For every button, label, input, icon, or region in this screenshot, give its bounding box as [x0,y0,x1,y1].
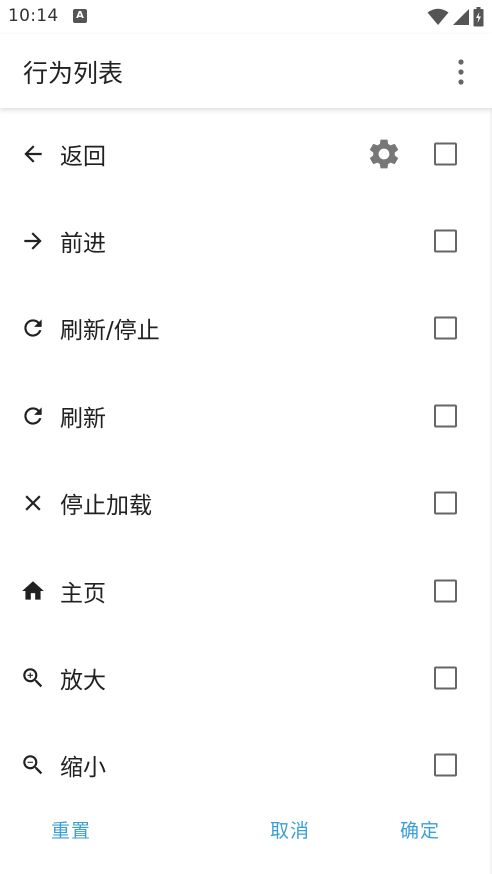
toolbar: 行为列表 [0,34,492,108]
checkbox-forward[interactable] [434,229,457,253]
list-item-stop-loading[interactable]: 停止加载 [0,460,492,547]
gear-icon[interactable] [366,136,402,172]
close-icon [25,495,41,511]
item-label: 放大 [60,668,106,695]
list-item-home[interactable]: 主页 [0,547,492,634]
page-title: 行为列表 [23,59,124,88]
list-item-refresh-stop[interactable]: 刷新/停止 [0,285,492,372]
item-label: 缩小 [60,755,106,782]
checkbox-refresh[interactable] [434,404,457,428]
a-icon: A [73,9,87,23]
battery-icon [473,7,484,27]
status-bar: 10:14 A [0,0,492,34]
list-item-zoom-in[interactable]: 放大 [0,634,492,721]
checkbox-stop-loading[interactable] [434,491,457,515]
action-list: 返回 前进 刷新/停止 刷新 停止加载 主页 放大 缩小 [0,110,492,806]
ok-button[interactable]: 确定 [400,816,440,843]
list-item-refresh[interactable]: 刷新 [0,372,492,459]
checkbox-refresh-stop[interactable] [434,316,457,340]
signal-icon [453,9,469,25]
checkbox-home[interactable] [434,579,457,603]
home-icon [22,580,44,600]
zoom-in-icon [23,668,43,688]
checkbox-back[interactable] [434,142,457,166]
item-label: 返回 [60,143,106,170]
item-label: 刷新 [60,405,106,432]
reset-button[interactable]: 重置 [51,816,91,843]
list-item-forward[interactable]: 前进 [0,197,492,284]
item-label: 刷新/停止 [60,318,160,345]
dialog-buttons: 重置 取消 确定 [0,806,492,856]
screen: 10:14 A 行为列表 返回 前进 刷新/停止 刷新 停止加载 主页 放大 缩… [0,0,492,874]
item-label: 前进 [60,231,106,258]
cancel-button[interactable]: 取消 [270,816,310,843]
arrow-back-icon [24,145,42,163]
arrow-forward-icon [24,232,42,250]
overflow-menu-icon[interactable] [450,58,472,86]
item-label: 停止加载 [60,493,152,520]
zoom-out-icon [23,755,43,775]
checkbox-zoom-out[interactable] [434,753,457,777]
refresh-icon [24,319,42,338]
list-item-zoom-out[interactable]: 缩小 [0,722,492,809]
wifi-icon [427,8,449,25]
refresh-icon [24,407,42,425]
item-label: 主页 [60,580,106,607]
checkbox-zoom-in[interactable] [434,666,457,690]
list-item-back[interactable]: 返回 [0,110,492,197]
status-indicators [427,6,484,28]
status-time: 10:14 [8,6,59,26]
